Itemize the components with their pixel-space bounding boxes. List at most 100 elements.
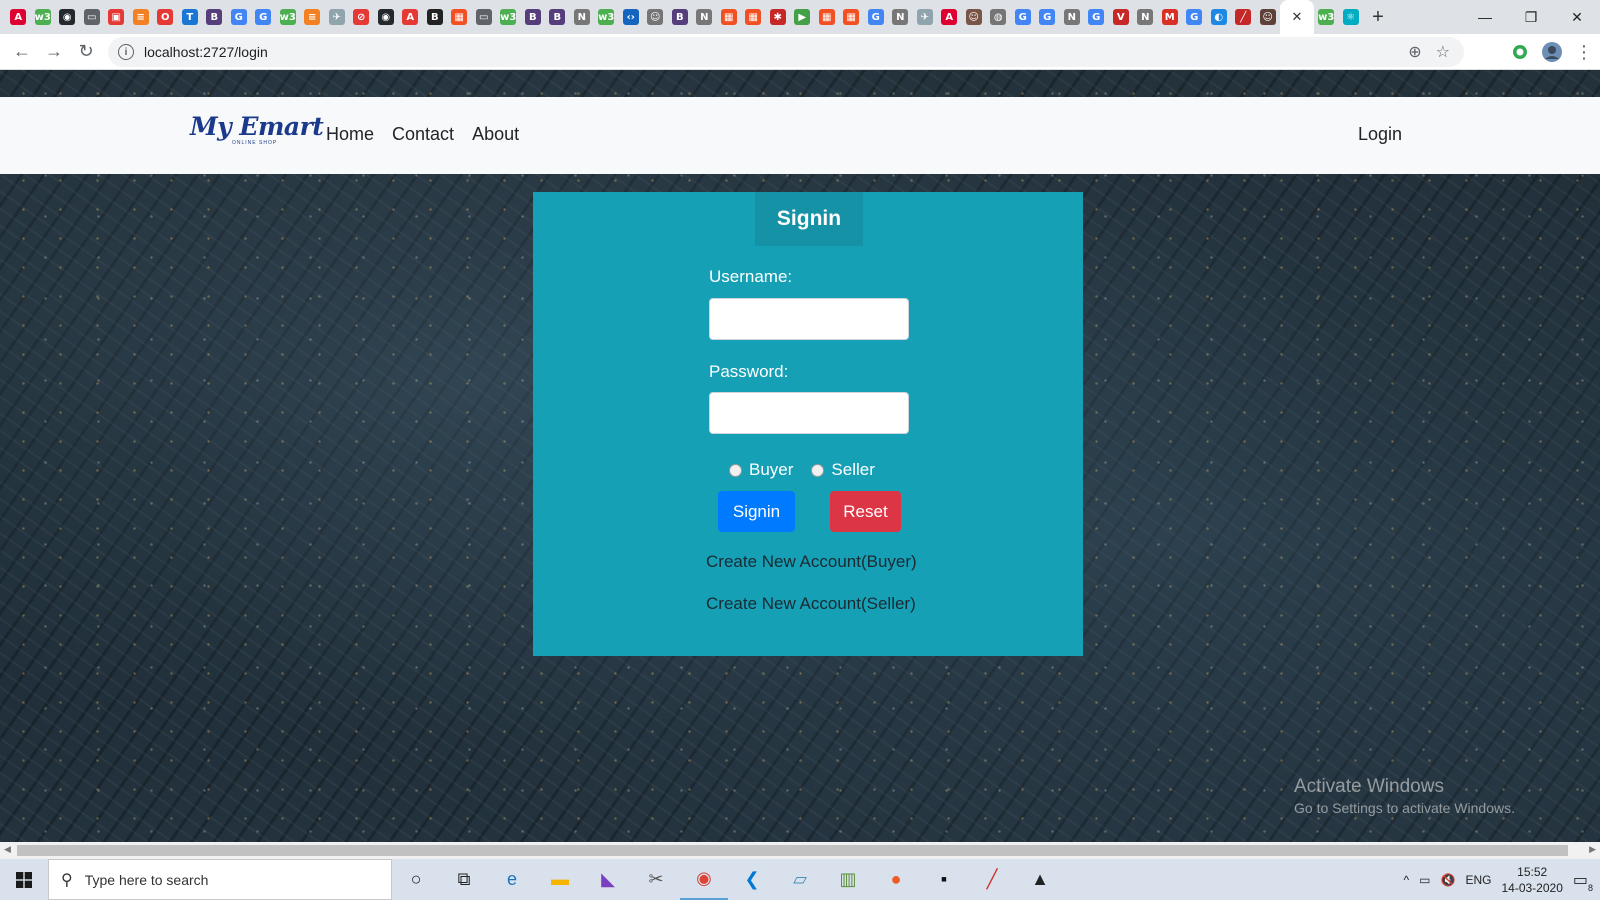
browser-tab[interactable]: ≡	[129, 0, 154, 34]
browser-tab[interactable]: A	[398, 0, 423, 34]
seller-radio[interactable]	[811, 463, 825, 477]
browser-tab[interactable]: ≡	[300, 0, 325, 34]
browser-tab[interactable]: ✈	[913, 0, 938, 34]
browser-tab[interactable]: ☺	[1256, 0, 1281, 34]
active-tab[interactable]: ✕	[1280, 0, 1314, 34]
browser-tab[interactable]: G	[1035, 0, 1060, 34]
browser-tab[interactable]: ☺	[643, 0, 668, 34]
browser-tab[interactable]: w3	[496, 0, 521, 34]
browser-tab[interactable]: w3	[1314, 0, 1339, 34]
browser-tab[interactable]: B	[545, 0, 570, 34]
profile-avatar[interactable]	[1536, 36, 1568, 68]
browser-tab[interactable]: ◐	[1207, 0, 1232, 34]
start-button[interactable]	[0, 859, 48, 900]
seller-radio-label[interactable]: Seller	[831, 460, 874, 480]
bookmark-star-icon[interactable]: ☆	[1436, 42, 1450, 62]
browser-tab[interactable]: A	[6, 0, 31, 34]
browser-tab[interactable]: N	[570, 0, 595, 34]
browser-tab[interactable]: ▭	[472, 0, 497, 34]
maximize-button[interactable]: ❐	[1508, 0, 1554, 34]
browser-tab[interactable]: N	[1060, 0, 1085, 34]
tools-icon[interactable]: ✂	[632, 859, 680, 900]
browser-tab[interactable]: ▦	[447, 0, 472, 34]
browser-tab[interactable]: N	[888, 0, 913, 34]
horizontal-scrollbar[interactable]: ◀ ▶	[0, 842, 1600, 859]
browser-tab[interactable]: ‹›	[619, 0, 644, 34]
browser-tab[interactable]: ⊘	[349, 0, 374, 34]
network-icon[interactable]: ▭	[1419, 873, 1430, 887]
browser-tab[interactable]: V	[1109, 0, 1134, 34]
browser-tab[interactable]: N	[692, 0, 717, 34]
tray-chevron-icon[interactable]: ^	[1404, 873, 1410, 887]
create-seller-account-link[interactable]: Create New Account(Seller)	[706, 594, 916, 614]
browser-tab[interactable]: ▭	[80, 0, 105, 34]
file-explorer-icon[interactable]: ▬	[536, 859, 584, 900]
browser-tab[interactable]: B	[521, 0, 546, 34]
task-view-icon[interactable]: ⧉	[440, 859, 488, 900]
visual-studio-icon[interactable]: ◣	[584, 859, 632, 900]
browser-tab[interactable]: ✈	[325, 0, 350, 34]
browser-tab[interactable]: M	[1158, 0, 1183, 34]
paint-icon[interactable]: ╱	[968, 859, 1016, 900]
browser-tab[interactable]: ◉	[55, 0, 80, 34]
terminal-icon[interactable]: ▪	[920, 859, 968, 900]
browser-tab[interactable]: A	[937, 0, 962, 34]
cortana-icon[interactable]: ○	[392, 859, 440, 900]
browser-tab[interactable]: G	[1182, 0, 1207, 34]
extension-icon[interactable]	[1504, 36, 1536, 68]
nav-about-link[interactable]: About	[472, 124, 519, 145]
language-indicator[interactable]: ENG	[1465, 873, 1491, 887]
browser-tab[interactable]: T	[178, 0, 203, 34]
forward-button[interactable]: →	[38, 36, 70, 68]
minimize-button[interactable]: —	[1462, 0, 1508, 34]
browser-tab[interactable]: O	[153, 0, 178, 34]
buyer-radio-label[interactable]: Buyer	[749, 460, 793, 480]
browser-tab[interactable]: ◉	[374, 0, 399, 34]
browser-tab[interactable]: B	[423, 0, 448, 34]
chrome-icon[interactable]: ◉	[680, 859, 728, 900]
scroll-right-icon[interactable]: ▶	[1589, 844, 1596, 855]
password-input[interactable]	[709, 392, 909, 434]
zoom-icon[interactable]: ⊕	[1408, 42, 1421, 62]
browser-tab[interactable]: ▦	[815, 0, 840, 34]
browser-tab[interactable]: G	[1011, 0, 1036, 34]
browser-tab[interactable]: ▶	[790, 0, 815, 34]
postman-icon[interactable]: ●	[872, 859, 920, 900]
close-tab-icon[interactable]: ✕	[1292, 9, 1303, 25]
browser-tab[interactable]: w3	[31, 0, 56, 34]
create-buyer-account-link[interactable]: Create New Account(Buyer)	[706, 552, 917, 572]
scrollbar-thumb[interactable]	[17, 845, 1568, 856]
signin-button[interactable]: Signin	[718, 491, 795, 532]
browser-tab[interactable]: ⚛	[1339, 0, 1364, 34]
browser-tab[interactable]: ☺	[962, 0, 987, 34]
buyer-radio[interactable]	[729, 463, 742, 477]
nav-home-link[interactable]: Home	[326, 124, 374, 145]
browser-tab[interactable]: G	[1084, 0, 1109, 34]
browser-tab[interactable]: B	[202, 0, 227, 34]
clock[interactable]: 15:52 14-03-2020	[1501, 864, 1562, 896]
reload-button[interactable]: ↻	[70, 36, 102, 68]
sql-server-icon[interactable]: ▥	[824, 859, 872, 900]
notifications-badge[interactable]: ▭ 8	[1573, 870, 1593, 893]
browser-tab[interactable]: G	[251, 0, 276, 34]
browser-tab[interactable]: N	[1133, 0, 1158, 34]
url-text[interactable]: localhost:2727/login	[144, 44, 268, 60]
browser-tab[interactable]: ▦	[839, 0, 864, 34]
browser-menu-button[interactable]: ⋮	[1568, 36, 1600, 68]
close-window-button[interactable]: ✕	[1554, 0, 1600, 34]
browser-tab[interactable]: w3	[594, 0, 619, 34]
browser-tab[interactable]: ✱	[766, 0, 791, 34]
site-info-icon[interactable]: i	[118, 44, 134, 60]
browser-tab[interactable]: w3	[276, 0, 301, 34]
username-input[interactable]	[709, 298, 909, 340]
volume-mute-icon[interactable]: 🔇	[1441, 873, 1456, 887]
browser-tab[interactable]: ╱	[1231, 0, 1256, 34]
browser-tab[interactable]: ▣	[104, 0, 129, 34]
brand-logo[interactable]: My Emart ONLINE SHOP	[190, 113, 324, 147]
nav-contact-link[interactable]: Contact	[392, 124, 454, 145]
vscode-icon[interactable]: ❮	[728, 859, 776, 900]
notepad-icon[interactable]: ▱	[776, 859, 824, 900]
back-button[interactable]: ←	[6, 36, 38, 68]
browser-tab[interactable]: ▦	[717, 0, 742, 34]
nav-login-link[interactable]: Login	[1358, 124, 1402, 145]
